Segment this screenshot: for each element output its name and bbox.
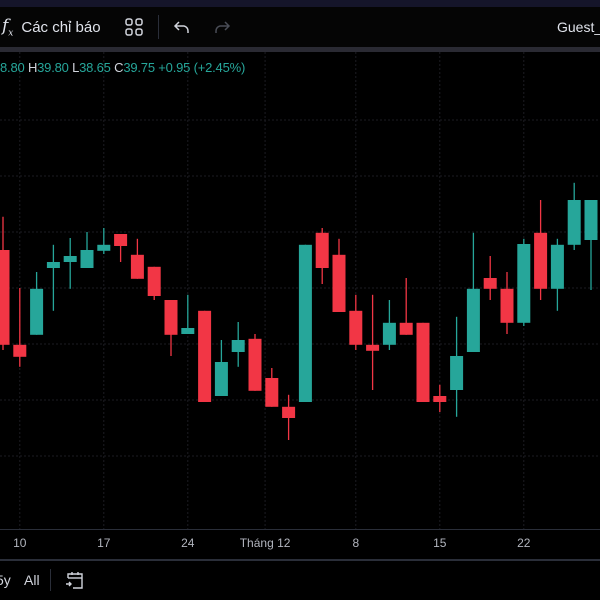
time-tick-label: Tháng 12: [239, 536, 291, 550]
redo-icon: [215, 21, 231, 33]
candle-down: [282, 406, 296, 418]
user-label: Guest_: [557, 19, 600, 35]
grid-icon: [125, 18, 143, 36]
candle-down: [0, 250, 10, 345]
low-value: 38.65: [79, 60, 111, 75]
candle-down: [416, 322, 430, 402]
candle-up: [298, 244, 312, 402]
time-tick-label: 15: [433, 536, 447, 550]
high-key: H: [27, 60, 38, 75]
candle-up: [46, 262, 60, 268]
candle-down: [332, 254, 346, 312]
candlestick-chart[interactable]: [0, 52, 600, 529]
candle-down: [198, 310, 212, 402]
undo-icon: [173, 21, 189, 33]
redo-button[interactable]: [213, 7, 231, 47]
candle-up: [80, 250, 94, 268]
candle-up: [550, 244, 564, 289]
candle-down: [349, 310, 363, 345]
candle-down: [366, 344, 380, 351]
candle-down: [13, 344, 27, 357]
candle-down: [114, 234, 128, 246]
candle-up: [567, 200, 581, 245]
calendar-icon: [66, 572, 83, 589]
range-all-button[interactable]: All: [24, 572, 40, 588]
candle-up: [584, 200, 598, 240]
candle-up: [63, 256, 77, 262]
range-5y-button[interactable]: 5y: [0, 572, 11, 588]
candle-down: [130, 254, 144, 279]
bottom-divider: [50, 569, 51, 591]
top-toolbar: fx Các chỉ báo Guest_: [0, 7, 600, 47]
candle-up: [517, 244, 531, 323]
candle-down: [265, 378, 279, 407]
candle-down: [433, 396, 447, 402]
candle-down: [315, 232, 329, 268]
time-tick-label: 17: [97, 536, 111, 550]
window-top-strip: [0, 0, 600, 7]
candle-up: [30, 288, 44, 335]
time-axis[interactable]: 10 17 24 Tháng 12 8 15 22: [0, 536, 600, 556]
change-value: +0.95 (+2.45%): [158, 60, 246, 75]
time-tick-label: 24: [181, 536, 195, 550]
candle-down: [534, 232, 548, 289]
candle-down: [399, 322, 413, 335]
candle-down: [483, 278, 497, 289]
close-key: C: [114, 60, 124, 75]
time-tick-label: 22: [517, 536, 531, 550]
time-tick-label: 8: [352, 536, 360, 550]
high-value: 39.80: [37, 60, 69, 75]
time-tick-label: 10: [13, 536, 27, 550]
ohlc-legend: 8.80 H39.80 L38.65 C39.75 +0.95 (+2.45%): [0, 60, 245, 75]
candle-down: [164, 300, 178, 335]
candle-up: [181, 328, 195, 334]
open-value: 8.80: [0, 60, 25, 75]
candle-up: [382, 322, 396, 345]
time-axis-border: [0, 529, 600, 530]
candle-up: [450, 356, 464, 390]
candle-up: [231, 340, 245, 352]
indicators-button[interactable]: fx Các chỉ báo: [2, 7, 101, 47]
undo-button[interactable]: [173, 7, 191, 47]
layout-button[interactable]: [124, 7, 144, 47]
fx-icon: fx: [2, 15, 14, 39]
candle-up: [97, 244, 111, 251]
candle-up: [466, 288, 480, 352]
candle-up: [214, 362, 228, 396]
candle-down: [248, 338, 262, 391]
toolbar-divider: [158, 15, 159, 39]
goto-date-button[interactable]: [64, 569, 86, 594]
candle-down: [500, 288, 514, 323]
candle-down: [147, 266, 161, 296]
close-value: 39.75: [123, 60, 155, 75]
bottom-toolbar: 5y All: [0, 561, 600, 600]
user-menu[interactable]: Guest_: [557, 7, 600, 47]
indicators-label: Các chỉ báo: [21, 18, 101, 36]
